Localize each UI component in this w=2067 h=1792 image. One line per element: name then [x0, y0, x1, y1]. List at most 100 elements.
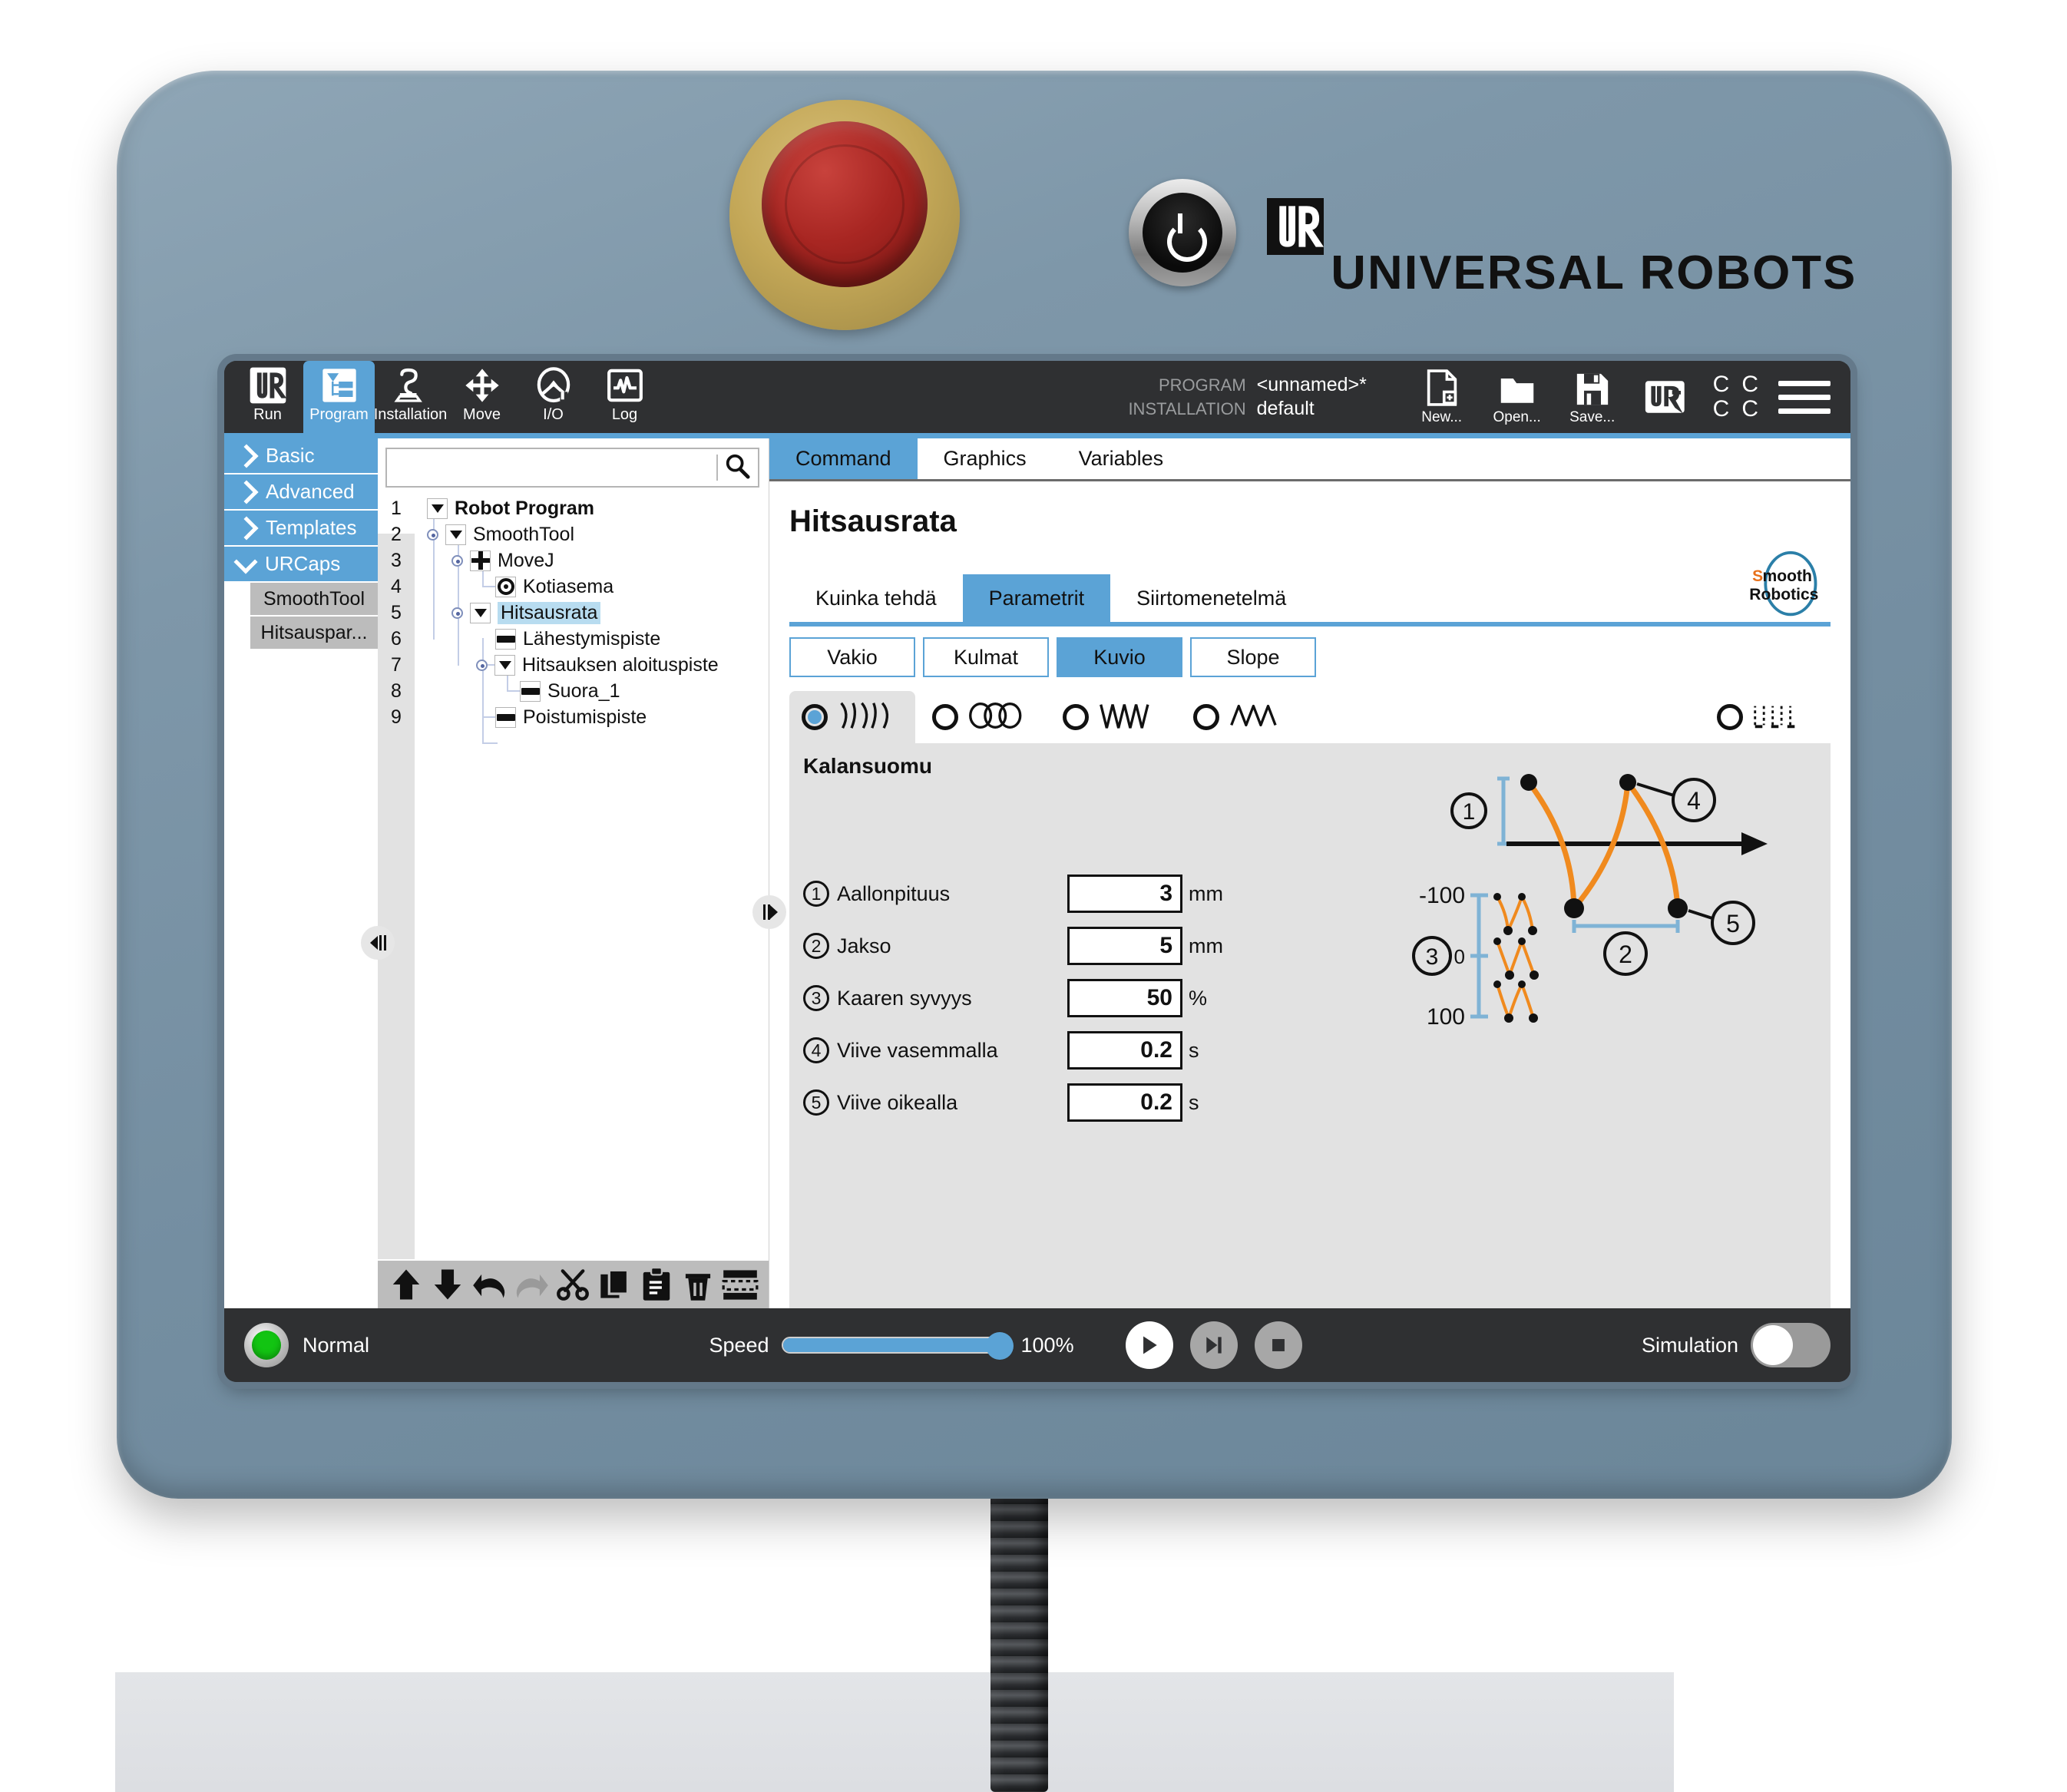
pattern-option-zigzag[interactable] — [1050, 691, 1176, 743]
urcap-item-smoothtool[interactable]: SmoothTool — [250, 583, 378, 617]
delete-button[interactable] — [677, 1263, 719, 1306]
parameter-row: 2 Jakso 5 mm — [803, 926, 1223, 966]
hamburger-menu-icon[interactable] — [1778, 380, 1831, 414]
table-row[interactable]: 9 Poistumispiste — [378, 704, 769, 730]
ur-plus-icon[interactable] — [1644, 379, 1693, 415]
radio-button-icon[interactable] — [802, 704, 828, 730]
nav-tab-program[interactable]: Program — [303, 361, 375, 433]
radio-button-icon[interactable] — [1063, 704, 1089, 730]
speed-slider-fill — [782, 1338, 1003, 1352]
parameter-subtabs: Kuinka tehdä Parametrit Siirtomenetelmä — [789, 574, 1831, 622]
search-input[interactable] — [387, 451, 716, 484]
expand-triangle-icon[interactable] — [427, 498, 448, 519]
speed-slider-knob[interactable] — [985, 1332, 1014, 1360]
table-row[interactable]: 3 MoveJ — [378, 547, 769, 574]
breakpoint-icon[interactable] — [451, 554, 463, 567]
nav-tab-label: I/O — [543, 406, 564, 423]
expand-triangle-icon[interactable] — [494, 654, 515, 676]
sidebar-item-basic[interactable]: Basic — [224, 438, 378, 474]
mode-button-vakio[interactable]: Vakio — [789, 637, 915, 677]
subtab-label: Parametrit — [988, 586, 1085, 610]
collapse-right-panel-handle[interactable] — [752, 895, 786, 929]
simulation-toggle[interactable] — [1751, 1323, 1831, 1367]
waypoint-icon — [495, 576, 516, 597]
sidebar-item-urcaps[interactable]: URCaps — [224, 547, 378, 583]
emergency-stop-icon[interactable] — [762, 121, 928, 287]
move-down-button[interactable] — [427, 1263, 468, 1306]
expand-triangle-icon[interactable] — [445, 524, 466, 545]
subtab-label: Kuinka tehdä — [815, 586, 937, 610]
radio-button-icon[interactable] — [932, 704, 958, 730]
power-button[interactable] — [1129, 179, 1236, 286]
table-row[interactable]: 5 Hitsausrata — [378, 600, 769, 626]
wavelength-input[interactable]: 3 — [1067, 875, 1182, 913]
pattern-option-sine[interactable] — [1181, 691, 1307, 743]
radio-button-icon[interactable] — [1193, 704, 1219, 730]
pattern-option-square[interactable] — [1705, 691, 1831, 743]
tree-line-number: 4 — [391, 575, 402, 597]
program-row: PROGRAM <unnamed>* — [1128, 373, 1371, 397]
nav-tab-run[interactable]: Run — [232, 361, 303, 433]
subtab-kuinka-tehda[interactable]: Kuinka tehdä — [789, 574, 963, 622]
expand-triangle-icon[interactable] — [470, 602, 491, 623]
play-button[interactable] — [1125, 1321, 1173, 1369]
program-tree-icon — [318, 366, 360, 405]
nav-tab-io[interactable]: I/O — [518, 361, 589, 433]
handle-bars-icon — [762, 904, 770, 920]
arc-depth-input[interactable]: 50 — [1067, 979, 1182, 1017]
installation-name-value: default — [1256, 398, 1315, 419]
table-row[interactable]: 8 Suora_1 — [378, 678, 769, 704]
breakpoint-icon[interactable] — [427, 528, 438, 541]
program-tree[interactable]: 1 Robot Program 2 SmoothTool 3 MoveJ 4 K… — [378, 495, 769, 1259]
tab-graphics[interactable]: Graphics — [918, 438, 1053, 479]
dwell-left-input[interactable]: 0.2 — [1067, 1031, 1182, 1070]
tab-command[interactable]: Command — [769, 438, 918, 479]
nav-tab-move[interactable]: Move — [446, 361, 518, 433]
speed-slider[interactable] — [781, 1332, 1014, 1360]
save-file-button[interactable]: Save... — [1555, 368, 1630, 426]
undo-button[interactable] — [469, 1263, 511, 1306]
dwell-right-input[interactable]: 0.2 — [1067, 1083, 1182, 1122]
suppress-button[interactable] — [719, 1263, 761, 1306]
move-up-button[interactable] — [385, 1263, 427, 1306]
breakpoint-icon[interactable] — [451, 607, 463, 619]
table-row[interactable]: 7 Hitsauksen aloituspiste — [378, 652, 769, 678]
move-icon — [470, 550, 491, 571]
step-button[interactable] — [1189, 1321, 1238, 1369]
weave-pattern-diagram: 1 4 5 2 -100 0 100 3 — [1390, 748, 1820, 1078]
tree-node-label: Poistumispiste — [523, 706, 647, 728]
table-row[interactable]: 4 Kotiasema — [378, 574, 769, 600]
period-input[interactable]: 5 — [1067, 927, 1182, 965]
sidebar-item-templates[interactable]: Templates — [224, 511, 378, 547]
program-key-label: PROGRAM — [1158, 375, 1246, 395]
subtab-parametrit[interactable]: Parametrit — [962, 574, 1111, 622]
pattern-option-fishscale[interactable] — [789, 691, 915, 743]
breakpoint-icon[interactable] — [476, 659, 488, 671]
cut-button[interactable] — [552, 1263, 594, 1306]
mode-button-kuvio[interactable]: Kuvio — [1057, 637, 1182, 677]
pattern-option-circles[interactable] — [920, 691, 1046, 743]
table-row[interactable]: 1 Robot Program — [378, 495, 769, 521]
radio-button-icon[interactable] — [1717, 704, 1743, 730]
nav-tab-log[interactable]: Log — [589, 361, 660, 433]
tab-label: Command — [795, 447, 891, 470]
copy-button[interactable] — [594, 1263, 636, 1306]
open-file-button[interactable]: Open... — [1480, 368, 1555, 426]
search-icon[interactable] — [724, 453, 750, 483]
table-row[interactable]: 6 Lähestymispiste — [378, 626, 769, 652]
tab-variables[interactable]: Variables — [1053, 438, 1190, 479]
table-row[interactable]: 2 SmoothTool — [378, 521, 769, 547]
nav-tab-installation[interactable]: Installation — [374, 361, 447, 433]
mode-button-kulmat[interactable]: Kulmat — [923, 637, 1049, 677]
search-box[interactable] — [385, 448, 759, 488]
collapse-left-panel-handle[interactable] — [361, 926, 395, 960]
subtab-siirtomenetelma[interactable]: Siirtomenetelmä — [1110, 574, 1312, 622]
paste-button[interactable] — [636, 1263, 677, 1306]
parameter-number-badge: 5 — [803, 1089, 829, 1116]
new-file-button[interactable]: New... — [1404, 368, 1480, 426]
sidebar-item-advanced[interactable]: Advanced — [224, 474, 378, 511]
stop-button[interactable] — [1254, 1321, 1302, 1369]
urcap-item-label: Hitsauspar... — [260, 621, 368, 643]
mode-button-slope[interactable]: Slope — [1190, 637, 1316, 677]
urcap-item-hitsauspar[interactable]: Hitsauspar... — [250, 617, 378, 650]
